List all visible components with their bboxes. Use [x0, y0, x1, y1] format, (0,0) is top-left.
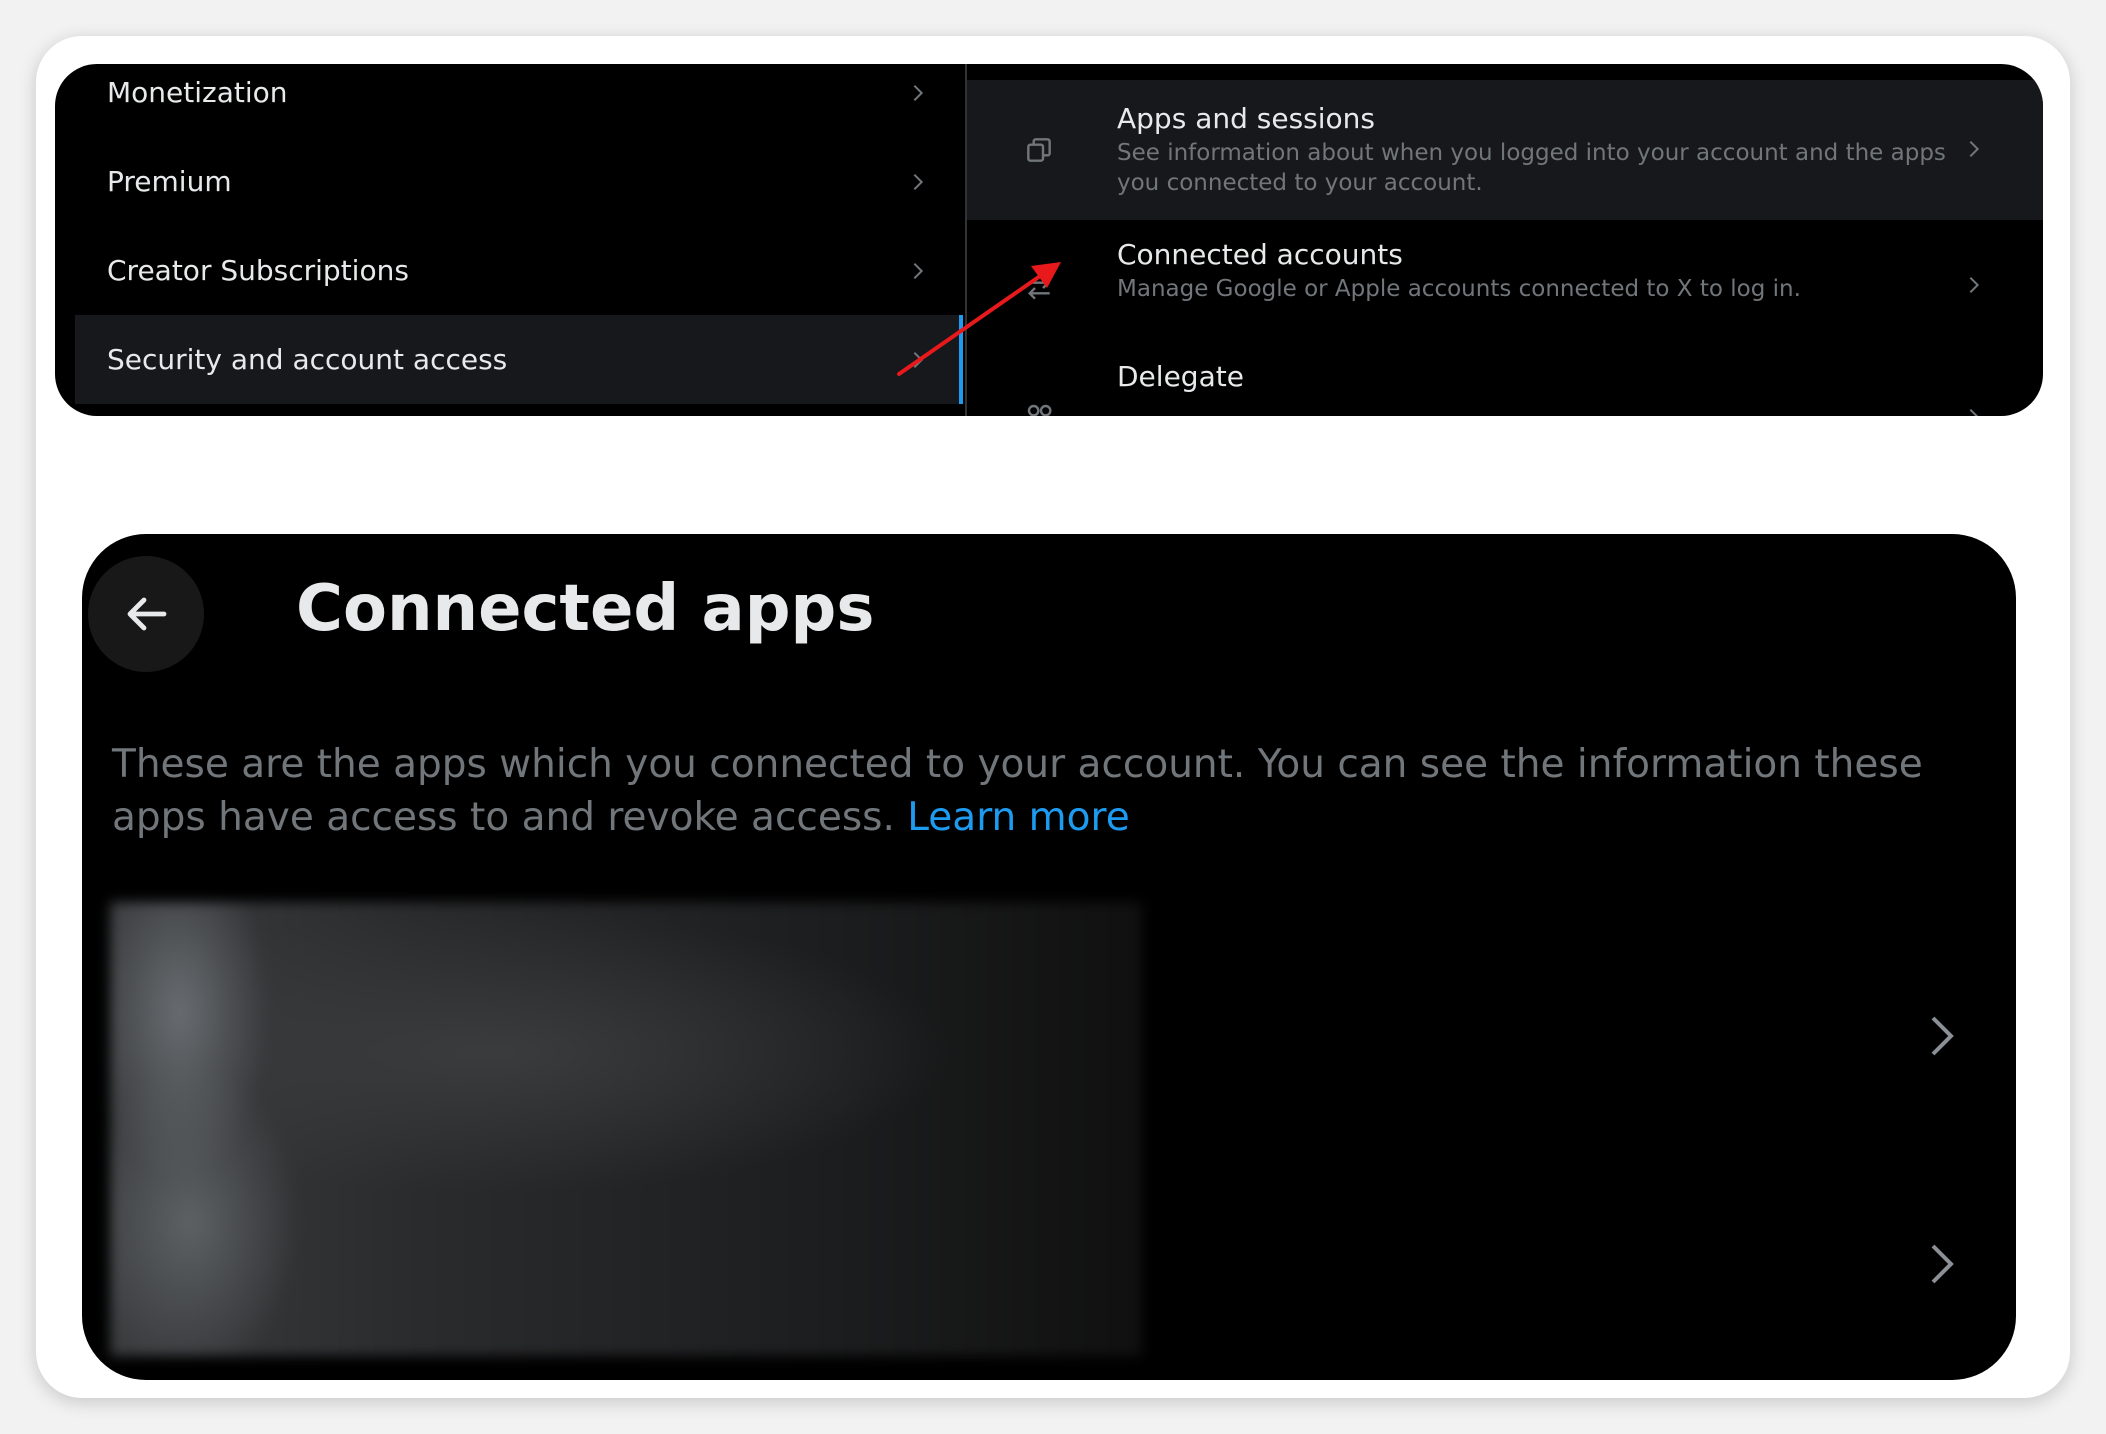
- menu-item-creator-subscriptions[interactable]: Creator Subscriptions: [75, 226, 963, 315]
- intro-text: These are the apps which you connected t…: [112, 738, 1992, 844]
- copy-icon: [1027, 138, 1051, 162]
- menu-item-label: Creator Subscriptions: [107, 254, 409, 287]
- page-title: Connected apps: [296, 572, 875, 646]
- chevron-right-icon: [1931, 1244, 1954, 1284]
- menu-item-premium[interactable]: Premium: [75, 137, 963, 226]
- connected-app-row[interactable]: [110, 1150, 2016, 1378]
- security-options: Apps and sessions See information about …: [967, 64, 2043, 416]
- chevron-right-icon: [913, 173, 924, 190]
- option-connected-accounts[interactable]: Connected accounts Manage Google or Appl…: [967, 220, 2043, 350]
- chevron-right-icon: [1931, 1016, 1954, 1056]
- option-apps-and-sessions[interactable]: Apps and sessions See information about …: [967, 80, 2043, 220]
- option-title: Delegate: [1117, 360, 1244, 393]
- menu-item-security[interactable]: Security and account access: [75, 315, 963, 404]
- option-description: See information about when you logged in…: [1117, 140, 1946, 196]
- back-arrow-icon: [127, 597, 167, 631]
- connected-apps-panel: Connected apps These are the apps which …: [82, 534, 2016, 1380]
- settings-panel: Monetization Premium Creator Subscriptio…: [55, 64, 2043, 416]
- option-delegate[interactable]: Delegate: [967, 350, 2043, 416]
- option-description: Manage Google or Apple accounts connecte…: [1117, 276, 1801, 302]
- chevron-right-icon: [1969, 408, 1979, 416]
- chevron-right-icon: [1969, 140, 1980, 158]
- menu-item-label: Premium: [107, 165, 232, 198]
- connected-app-row[interactable]: [110, 922, 2016, 1150]
- menu-item-label: Security and account access: [107, 343, 508, 376]
- option-title: Connected accounts: [1117, 238, 1403, 271]
- chevron-right-icon: [1969, 276, 1980, 294]
- menu-item-monetization[interactable]: Monetization: [75, 64, 963, 137]
- option-title: Apps and sessions: [1117, 102, 1376, 135]
- chevron-right-icon: [913, 84, 924, 101]
- menu-item-label: Monetization: [107, 76, 288, 109]
- chevron-right-icon: [913, 262, 924, 279]
- chevron-right-icon: [913, 351, 924, 368]
- back-button[interactable]: [88, 556, 204, 672]
- settings-menu: Monetization Premium Creator Subscriptio…: [75, 64, 965, 416]
- people-icon: [1027, 404, 1052, 416]
- learn-more-link[interactable]: Learn more: [907, 795, 1129, 840]
- swap-arrows-icon: [1027, 276, 1051, 300]
